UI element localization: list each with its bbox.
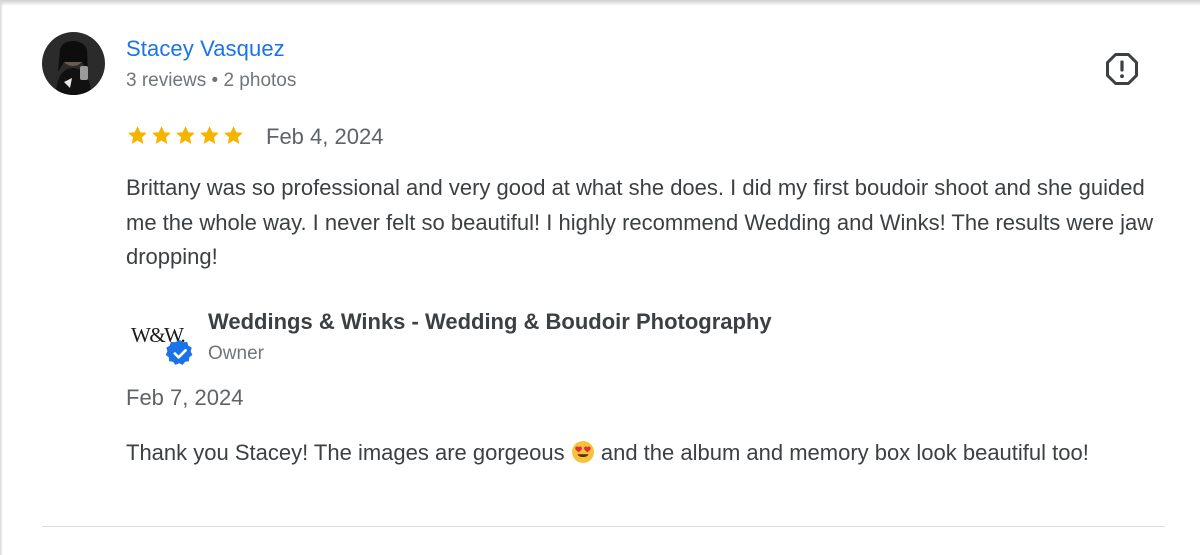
owner-reply-text: Thank you Stacey! The images are gorgeou… [126, 436, 1166, 471]
star-icon [128, 126, 147, 144]
reviewer-meta: 3 reviews • 2 photos [126, 70, 297, 91]
reply-text-part: and the album and memory box look beauti… [594, 440, 1089, 465]
reply-date: Feb 7, 2024 [126, 385, 244, 410]
owner-avatar[interactable]: W&W. [128, 318, 200, 370]
heart-eyes-emoji-icon [571, 441, 594, 463]
window-left-edge [0, 0, 3, 555]
report-flag-icon [1106, 53, 1138, 85]
owner-name: Weddings & Winks - Wedding & Boudoir Pho… [208, 309, 772, 334]
star-icon [224, 126, 243, 144]
star-icon [176, 126, 195, 144]
report-review-button[interactable] [1104, 51, 1140, 87]
star-icon [152, 126, 171, 144]
review-date: Feb 4, 2024 [266, 124, 384, 149]
star-icon [200, 126, 219, 144]
star-rating [126, 124, 245, 147]
reviewer-avatar[interactable] [42, 32, 105, 95]
review-divider [42, 526, 1165, 527]
reviewer-name-link[interactable]: Stacey Vasquez [126, 36, 285, 62]
reply-text-part: Thank you Stacey! The images are gorgeou… [126, 440, 571, 465]
owner-role: Owner [208, 343, 264, 364]
window-top-edge [0, 0, 1200, 6]
review-text: Brittany was so professional and very go… [126, 175, 1154, 269]
